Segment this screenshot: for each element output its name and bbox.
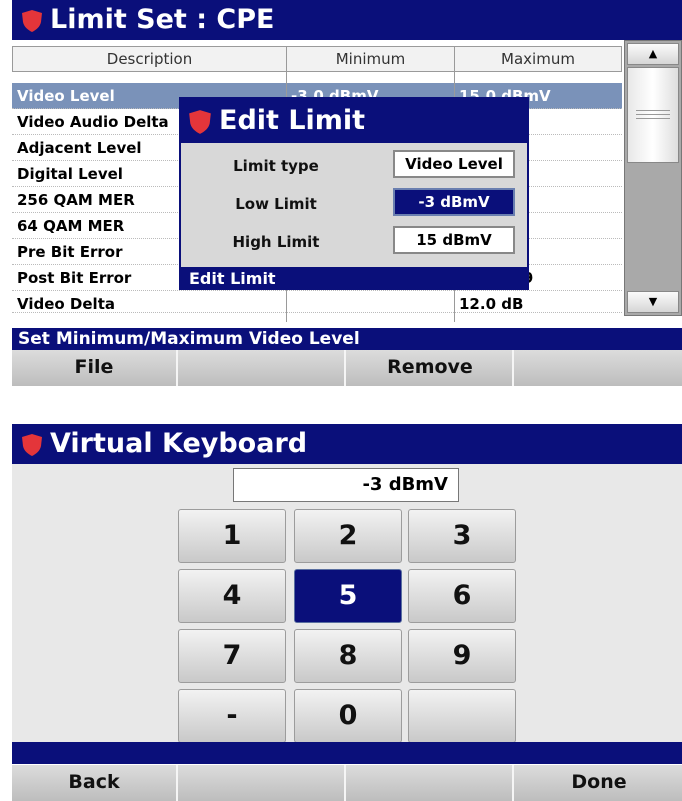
key-7[interactable]: 7 — [178, 629, 286, 683]
table-scrollbar[interactable]: ▲ ▼ — [624, 40, 682, 316]
back-softkey[interactable]: Back — [12, 765, 178, 801]
dialog-title-bar: Edit Limit — [181, 99, 527, 143]
key-9[interactable]: 9 — [408, 629, 516, 683]
table-header: Description Minimum Maximum — [12, 46, 622, 72]
softkey-2[interactable] — [180, 765, 346, 801]
edit-limit-dialog: Edit Limit Limit type Video Level Low Li… — [179, 97, 529, 290]
remove-softkey[interactable]: Remove — [348, 350, 514, 386]
softkey-4[interactable] — [516, 350, 682, 386]
scroll-thumb[interactable] — [627, 67, 679, 163]
high-limit-field[interactable]: 15 dBmV — [393, 226, 515, 254]
page-title: Virtual Keyboard — [50, 428, 308, 459]
value-display: -3 dBmV — [233, 468, 459, 502]
status-bar — [12, 742, 682, 764]
shield-icon — [22, 434, 42, 456]
key-1[interactable]: 1 — [178, 509, 286, 563]
column-header-description[interactable]: Description — [13, 47, 287, 71]
softkey-2[interactable] — [180, 350, 346, 386]
file-softkey[interactable]: File — [12, 350, 178, 386]
done-softkey[interactable]: Done — [516, 765, 682, 801]
title-bar: Virtual Keyboard — [12, 424, 682, 464]
page-title: Limit Set : CPE — [50, 4, 275, 35]
dialog-footer: Edit Limit — [189, 269, 276, 288]
cell-description: Video Delta — [17, 295, 115, 313]
dialog-body: Limit type Video Level Low Limit -3 dBmV… — [181, 143, 527, 267]
key-3[interactable]: 3 — [408, 509, 516, 563]
shield-icon — [189, 110, 211, 134]
column-header-maximum[interactable]: Maximum — [455, 47, 621, 71]
arrow-down-icon: ▼ — [648, 295, 658, 308]
key-8[interactable]: 8 — [294, 629, 402, 683]
virtual-keyboard-screen: Virtual Keyboard -3 dBmV 1 2 3 4 5 6 7 8… — [12, 424, 682, 801]
cell-minimum — [286, 291, 454, 312]
key-blank[interactable] — [408, 689, 516, 743]
limit-type-field[interactable]: Video Level — [393, 150, 515, 178]
table-row[interactable]: Video Delta 12.0 dB — [12, 291, 622, 313]
key-5[interactable]: 5 — [294, 569, 402, 623]
softkey-3[interactable] — [348, 765, 514, 801]
softkey-bar: Back Done — [12, 765, 682, 801]
cell-maximum: 12.0 dB — [459, 295, 524, 313]
low-limit-label: Low Limit — [235, 195, 317, 213]
arrow-up-icon: ▲ — [648, 47, 658, 60]
key-2[interactable]: 2 — [294, 509, 402, 563]
dialog-title: Edit Limit — [219, 105, 366, 136]
high-limit-label: High Limit — [232, 233, 320, 251]
limit-set-screen: Limit Set : CPE Description Minimum Maxi… — [12, 0, 682, 386]
key-minus[interactable]: - — [178, 689, 286, 743]
limit-type-label: Limit type — [233, 157, 319, 175]
keyboard-panel: -3 dBmV 1 2 3 4 5 6 7 8 9 - 0 — [12, 464, 682, 743]
shield-icon — [22, 10, 42, 32]
column-header-minimum[interactable]: Minimum — [287, 47, 455, 71]
status-bar: Set Minimum/Maximum Video Level — [12, 328, 682, 350]
key-6[interactable]: 6 — [408, 569, 516, 623]
softkey-bar: File Remove — [12, 350, 682, 386]
key-4[interactable]: 4 — [178, 569, 286, 623]
key-0[interactable]: 0 — [294, 689, 402, 743]
low-limit-field[interactable]: -3 dBmV — [393, 188, 515, 216]
scroll-up-button[interactable]: ▲ — [627, 43, 679, 65]
title-bar: Limit Set : CPE — [12, 0, 682, 40]
scroll-down-button[interactable]: ▼ — [627, 291, 679, 313]
